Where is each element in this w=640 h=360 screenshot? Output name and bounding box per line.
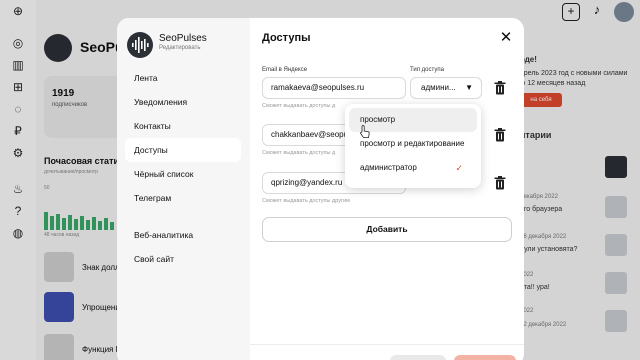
cancel-button[interactable]: [390, 355, 446, 360]
settings-sidebar: SeoPulses Редактировать Лента Уведомлени…: [117, 18, 250, 360]
close-icon[interactable]: ✕: [498, 30, 514, 46]
trash-icon[interactable]: [494, 176, 506, 190]
channel-logo: [127, 32, 153, 58]
option-admin[interactable]: администратор ✓: [349, 156, 477, 180]
nav-item-blacklist[interactable]: Чёрный список: [125, 162, 241, 186]
trash-icon[interactable]: [494, 128, 506, 142]
hand-cursor-icon: [360, 125, 370, 138]
add-button[interactable]: Добавить: [262, 217, 512, 242]
nav-item-notifications[interactable]: Уведомления: [125, 90, 241, 114]
nav-item-feed[interactable]: Лента: [125, 66, 241, 90]
access-hint: Сможет выдавать доступы другим: [262, 198, 350, 204]
access-type-value: админи...: [421, 83, 456, 92]
trash-icon[interactable]: [494, 81, 506, 95]
access-hint: Сможет выдавать доступы д: [262, 103, 336, 109]
option-label: просмотр и редактирование: [360, 139, 465, 148]
footer-divider: [250, 344, 524, 345]
access-hint: Сможет выдавать доступы д: [262, 150, 336, 156]
chevron-down-icon: ▼: [465, 83, 473, 92]
nav-gap: [125, 210, 241, 223]
settings-modal: SeoPulses Редактировать Лента Уведомлени…: [117, 18, 524, 360]
nav-item-web-analytics[interactable]: Веб-аналитика: [125, 223, 241, 247]
access-type-dropdown: просмотр просмотр и редактирование админ…: [345, 104, 481, 188]
email-column-header: Email в Яндексе: [262, 67, 308, 73]
nav-item-telegram[interactable]: Телеграм: [125, 186, 241, 210]
settings-nav: Лента Уведомления Контакты Доступы Чёрны…: [125, 66, 241, 271]
nav-item-access[interactable]: Доступы: [125, 138, 241, 162]
access-type-select[interactable]: админи... ▼: [410, 77, 482, 99]
access-panel: Доступы ✕ Email в Яндексе Тип доступа ra…: [250, 18, 524, 360]
option-label: просмотр: [360, 115, 396, 124]
nav-item-contacts[interactable]: Контакты: [125, 114, 241, 138]
modal-channel-name: SeoPulses: [159, 33, 207, 44]
page-title: Доступы: [262, 32, 311, 44]
option-label: администратор: [360, 163, 417, 172]
nav-item-own-site[interactable]: Свой сайт: [125, 247, 241, 271]
checkmark-icon: ✓: [455, 163, 463, 173]
edit-channel-link[interactable]: Редактировать: [159, 45, 200, 51]
email-field[interactable]: ramakaeva@seopulses.ru: [262, 77, 406, 99]
access-column-header: Тип доступа: [410, 67, 444, 73]
save-button[interactable]: [454, 355, 516, 360]
